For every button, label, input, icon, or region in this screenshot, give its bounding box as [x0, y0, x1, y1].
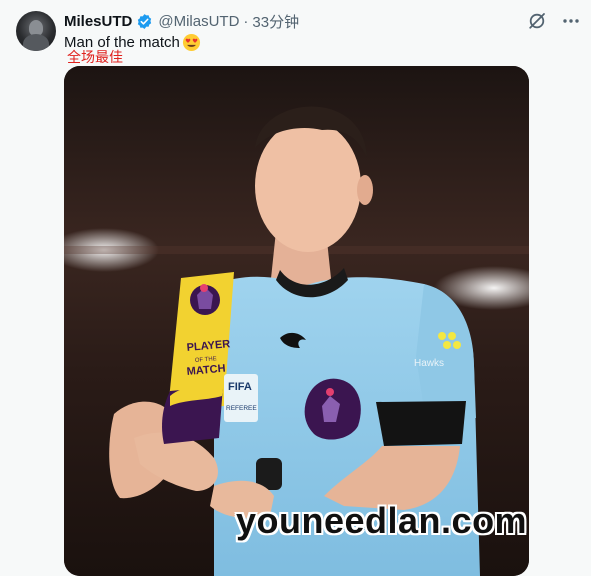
tweet-header: MilesUTD @MilasUTD · 33分钟: [64, 10, 581, 32]
patch-text-2: REFEREE: [226, 405, 257, 412]
timestamp[interactable]: 33分钟: [252, 11, 299, 32]
heart-eyes-emoji-icon: [182, 33, 200, 52]
avatar-figure-body: [23, 34, 49, 51]
patch-text-1: FIFA: [228, 381, 252, 393]
translation-overlay: 全场最佳: [67, 49, 123, 65]
avatar[interactable]: [16, 11, 56, 51]
header-actions: [527, 10, 581, 32]
grok-icon[interactable]: [527, 11, 547, 31]
verified-badge-icon: [138, 13, 152, 29]
watermark-text: youneedlan.com: [236, 500, 528, 541]
more-options-icon[interactable]: [561, 11, 581, 31]
sponsor-text: Hawks: [414, 358, 444, 369]
display-name[interactable]: MilesUTD: [64, 13, 132, 30]
user-handle[interactable]: @MilasUTD: [158, 13, 239, 30]
separator-dot: ·: [243, 12, 249, 30]
